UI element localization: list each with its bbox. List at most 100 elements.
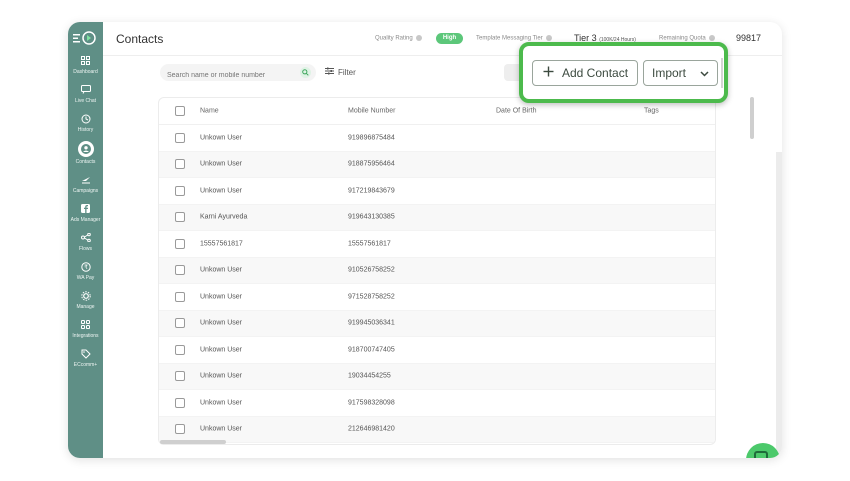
sidebar-item-label: Campaigns xyxy=(72,188,99,194)
sidebar-item-history[interactable]: History xyxy=(68,112,103,133)
contact-name: Unkown User xyxy=(200,266,243,274)
sidebar-item-label: Live Chat xyxy=(74,98,97,104)
chat-icon xyxy=(79,83,93,96)
table-row[interactable]: Unkown User 918700747405 xyxy=(159,337,715,364)
contact-name: Unkown User xyxy=(200,187,243,195)
contact-name: Unkown User xyxy=(200,134,243,142)
info-icon[interactable] xyxy=(415,35,422,41)
chat-icon xyxy=(754,451,768,458)
table-row[interactable]: Unkown User 918875956464 xyxy=(159,151,715,178)
sidebar-item-flows[interactable]: Flows xyxy=(68,231,103,252)
sidebar-item-manage[interactable]: Manage xyxy=(68,289,103,310)
table-horizontal-scrollbar[interactable] xyxy=(160,440,226,444)
contact-mobile: 919896875484 xyxy=(348,134,395,142)
import-button[interactable]: Import xyxy=(643,60,718,86)
import-label: Import xyxy=(652,66,687,80)
add-contact-label: Add Contact xyxy=(562,66,629,80)
flows-icon xyxy=(79,231,93,244)
info-icon[interactable] xyxy=(545,35,552,41)
row-checkbox[interactable] xyxy=(175,424,185,435)
table-vertical-scrollbar[interactable] xyxy=(750,97,754,442)
contact-name: Unkown User xyxy=(200,372,243,380)
facebook-icon xyxy=(79,202,93,215)
table-row[interactable]: Karni Ayurveda 919643130385 xyxy=(159,204,715,231)
row-checkbox[interactable] xyxy=(175,159,185,170)
sidebar-item-ads-manager[interactable]: Ads Manager xyxy=(68,202,103,223)
integrations-icon xyxy=(79,318,93,331)
column-header-name[interactable]: Name xyxy=(200,108,219,115)
contact-mobile: 19034454255 xyxy=(348,372,391,380)
app-logo xyxy=(72,30,99,46)
sidebar-item-label: Ads Manager xyxy=(70,217,101,223)
history-icon xyxy=(79,112,93,125)
plus-icon xyxy=(543,66,554,80)
chevron-down-icon xyxy=(700,66,709,80)
table-row[interactable]: Unkown User 917598328098 xyxy=(159,390,715,417)
sidebar-item-label: Dashboard xyxy=(73,69,98,75)
filter-icon xyxy=(325,67,334,77)
row-checkbox[interactable] xyxy=(175,318,185,329)
contact-mobile: 918875956464 xyxy=(348,160,395,168)
sidebar-item-campaigns[interactable]: Campaigns xyxy=(68,173,103,194)
search-box[interactable] xyxy=(160,64,316,81)
sidebar-item-label: Contacts xyxy=(75,159,96,165)
sidebar-item-contacts[interactable]: Contacts xyxy=(68,141,103,165)
row-checkbox[interactable] xyxy=(175,291,185,302)
campaigns-icon xyxy=(79,173,93,186)
action-buttons-highlight: Add Contact Import xyxy=(519,42,728,103)
sidebar-item-label: ECcomm+ xyxy=(73,362,98,368)
gear-icon xyxy=(79,289,93,302)
row-checkbox[interactable] xyxy=(175,185,185,196)
contact-mobile: 919643130385 xyxy=(348,213,395,221)
row-checkbox[interactable] xyxy=(175,265,185,276)
sidebar-item-eccomm[interactable]: ECcomm+ xyxy=(68,347,103,368)
row-checkbox[interactable] xyxy=(175,212,185,223)
contacts-icon xyxy=(77,141,94,157)
table-row[interactable]: 15557561817 15557561817 xyxy=(159,231,715,258)
sidebar-item-label: Integrations xyxy=(72,333,99,339)
info-icon[interactable] xyxy=(708,35,715,41)
sidebar-item-label: Manage xyxy=(76,304,95,310)
table-row[interactable]: Unkown User 917219843679 xyxy=(159,178,715,205)
filter-button[interactable]: Filter xyxy=(325,67,356,77)
contact-name: Unkown User xyxy=(200,425,243,433)
sidebar-item-label: Flows xyxy=(78,246,93,252)
column-header-mobile[interactable]: Mobile Number xyxy=(348,108,395,115)
contact-name: 15557561817 xyxy=(200,240,243,248)
quality-badge: High xyxy=(436,33,463,44)
page-scrollbar[interactable] xyxy=(776,152,782,457)
row-checkbox[interactable] xyxy=(175,371,185,382)
sidebar-item-dashboard[interactable]: Dashboard xyxy=(68,54,103,75)
select-all-checkbox[interactable] xyxy=(175,106,185,116)
page-title: Contacts xyxy=(116,32,164,46)
row-checkbox[interactable] xyxy=(175,238,185,249)
contact-name: Unkown User xyxy=(200,160,243,168)
column-header-tags[interactable]: Tags xyxy=(644,108,659,115)
search-input[interactable] xyxy=(167,72,297,79)
quality-rating-label: Quality Rating xyxy=(375,35,422,42)
column-header-dob[interactable]: Date Of Birth xyxy=(496,108,536,115)
contact-name: Unkown User xyxy=(200,346,243,354)
sidebar-item-wa-pay[interactable]: ₹ WA Pay xyxy=(68,260,103,281)
contact-name: Karni Ayurveda xyxy=(200,213,248,221)
row-checkbox[interactable] xyxy=(175,344,185,355)
sidebar-item-label: History xyxy=(77,127,94,133)
sidebar-item-integrations[interactable]: Integrations xyxy=(68,318,103,339)
table-row[interactable]: Unkown User 19034454255 xyxy=(159,363,715,390)
sidebar: Dashboard Live Chat History Contacts Campaig… xyxy=(68,22,103,458)
table-row[interactable]: Unkown User 919896875484 xyxy=(159,125,715,152)
contact-name: Unkown User xyxy=(200,293,243,301)
row-checkbox[interactable] xyxy=(175,132,185,143)
svg-text:₹: ₹ xyxy=(84,264,88,271)
table-row[interactable]: Unkown User 910526758252 xyxy=(159,257,715,284)
row-checkbox[interactable] xyxy=(175,397,185,408)
add-contact-button[interactable]: Add Contact xyxy=(532,60,638,86)
sidebar-item-live-chat[interactable]: Live Chat xyxy=(68,83,103,104)
table-row[interactable]: Unkown User 212646981420 xyxy=(159,416,715,443)
table-row[interactable]: Unkown User 919945036341 xyxy=(159,310,715,337)
search-icon[interactable] xyxy=(300,67,311,78)
table-row[interactable]: Unkown User 971528758252 xyxy=(159,284,715,311)
tag-icon xyxy=(79,347,93,360)
scrollbar-thumb[interactable] xyxy=(750,97,754,139)
dashboard-icon xyxy=(79,54,93,67)
